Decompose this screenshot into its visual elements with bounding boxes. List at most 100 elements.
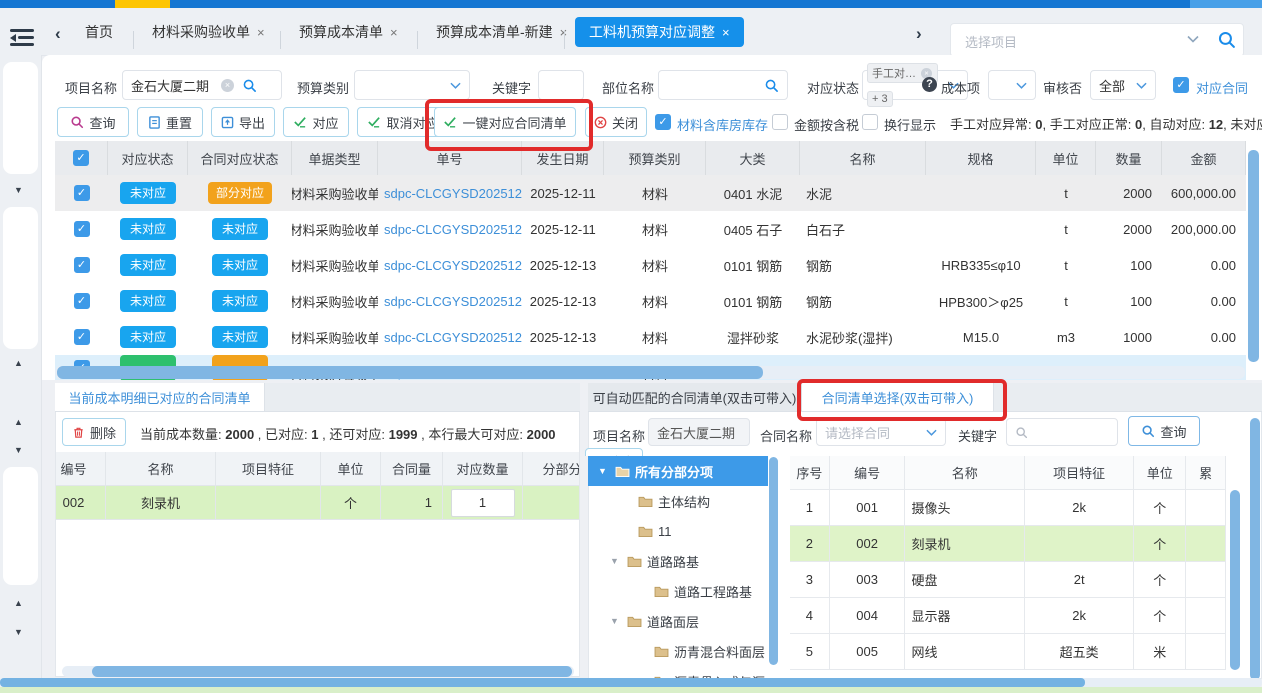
budget-type-select[interactable] <box>354 70 470 100</box>
audit-select[interactable]: 全部 <box>1090 70 1156 100</box>
match-qty-input[interactable]: 1 <box>451 489 515 517</box>
doc-no-link[interactable]: sdpc-CLCGYSD2025121300( <box>378 319 522 355</box>
caret-down-icon[interactable]: ▼ <box>610 556 622 566</box>
row-checkbox[interactable]: ✓ <box>74 293 90 309</box>
collapse-up-icon[interactable]: ▲ <box>14 598 23 608</box>
contract-item-row[interactable]: 4 004 显示器 2k 个 <box>790 598 1226 634</box>
match-status-more-tag[interactable]: + 3 <box>867 91 893 107</box>
tab-budget-list[interactable]: 预算成本清单× <box>299 17 398 47</box>
collapse-up-icon[interactable]: ▲ <box>14 358 23 368</box>
table-row[interactable]: ✓ 未对应 未对应 材料采购验收单 sdpc-CLCGYSD2025121300… <box>55 319 1246 356</box>
collapse-up-icon[interactable]: ▲ <box>14 417 23 427</box>
keyword-input[interactable] <box>538 70 584 100</box>
query-button[interactable]: 查询 <box>57 107 129 137</box>
collapse-down-icon[interactable]: ▼ <box>14 627 23 637</box>
contract-select[interactable]: 请选择合同 <box>816 418 946 446</box>
clear-icon[interactable]: × <box>221 79 234 92</box>
reset-button[interactable]: 重置 <box>137 107 203 137</box>
bottom-left-hscrollbar-thumb[interactable] <box>92 666 572 677</box>
wrap-display-checkbox[interactable] <box>862 114 878 130</box>
matched-row[interactable]: 002 刻录机 个 1 1 <box>56 486 579 520</box>
amount-with-tax-checkbox[interactable] <box>772 114 788 130</box>
table-row[interactable]: ✓ 未对应 未对应 材料采购验收单 sdpc-CLCGYSD2025121300… <box>55 247 1246 284</box>
collapse-down-icon[interactable]: ▼ <box>14 445 23 455</box>
tree-item-11[interactable]: 11 <box>588 516 768 546</box>
location-search-icon[interactable] <box>764 78 779 93</box>
one-click-match-button[interactable]: 一键对应合同清单 <box>434 107 576 137</box>
collapse-down-icon[interactable]: ▼ <box>14 185 23 195</box>
doc-no-link[interactable]: sdpc-CLCGYSD2025121200( <box>378 211 522 247</box>
tab-home[interactable]: 首页 <box>85 17 113 47</box>
tree-item-asphalt-mixture-surface[interactable]: 沥青混合料面层 <box>588 636 768 666</box>
contract-status-badge: 部分对应 <box>208 182 272 204</box>
contract-item-row[interactable]: 3 003 硬盘 2t 个 <box>790 562 1226 598</box>
main-table-hscrollbar-thumb[interactable] <box>57 366 763 379</box>
doc-no-link[interactable]: sdpc-CLCGYSD2025121200( <box>378 175 522 211</box>
row-checkbox[interactable]: ✓ <box>74 257 90 273</box>
table-row[interactable]: ✓ 未对应 未对应 材料采购验收单 sdpc-CLCGYSD2025121300… <box>55 283 1246 320</box>
project-search-icon[interactable] <box>242 78 257 93</box>
match-button[interactable]: 对应 <box>283 107 349 137</box>
chevron-down-icon[interactable] <box>1187 35 1199 43</box>
tree-item-road-subgrade[interactable]: ▼ 道路路基 <box>588 546 768 576</box>
contract-item-row-selected[interactable]: 2 002 刻录机 个 <box>790 526 1226 562</box>
page-hscrollbar-thumb[interactable] <box>0 678 1085 687</box>
tree-item-road-engineering-subgrade[interactable]: 道路工程路基 <box>588 576 768 606</box>
project-select-placeholder: 选择项目 <box>965 32 1017 51</box>
row-checkbox[interactable]: ✓ <box>74 329 90 345</box>
tab-close-icon[interactable]: × <box>390 25 398 40</box>
contract-item-row[interactable]: 1 001 摄像头 2k 个 <box>790 490 1226 526</box>
table-row[interactable]: ✓ 未对应 部分对应 材料采购验收单 sdpc-CLCGYSD202512120… <box>55 175 1246 212</box>
doc-no-link[interactable]: sdpc-CLCGYSD2025121300( <box>378 247 522 283</box>
contract-item-row[interactable]: 5 005 网线 超五类 米 <box>790 634 1226 670</box>
col-header: 编号 <box>56 452 106 486</box>
export-button[interactable]: 导出 <box>211 107 275 137</box>
caret-down-icon[interactable]: ▼ <box>598 466 610 476</box>
bottom-left-hscrollbar-track[interactable] <box>62 666 574 677</box>
match-contract-checkbox[interactable]: ✓ <box>1173 77 1189 93</box>
tab-auto-matchable-contract-list[interactable]: 可自动匹配的合同清单(双击可带入) <box>588 383 802 411</box>
material-stock-checkbox[interactable]: ✓ <box>655 114 671 130</box>
confirm-button[interactable]: 确定 <box>585 448 643 456</box>
project-search-icon[interactable] <box>1217 30 1236 54</box>
tree-item-asphalt-penetration[interactable]: 沥青贯入式与沥 <box>588 666 768 678</box>
main-table-vscrollbar-thumb[interactable] <box>1248 150 1259 362</box>
tab-budget-match-adjust-active[interactable]: 工料机预算对应调整× <box>575 17 744 47</box>
row-checkbox[interactable]: ✓ <box>74 221 90 237</box>
page-vscrollbar-thumb[interactable] <box>1250 418 1260 680</box>
tab-close-icon[interactable]: × <box>257 25 265 40</box>
tree-item-main-structure[interactable]: 主体结构 <box>588 486 768 516</box>
col-header: 单位 <box>321 452 381 486</box>
amount-cell: 200,000.00 <box>1162 211 1246 247</box>
query-button[interactable]: 查询 <box>1128 416 1200 446</box>
location-name-input[interactable] <box>658 70 788 100</box>
tab-budget-list-new[interactable]: 预算成本清单-新建× <box>436 17 567 47</box>
doc-no-link[interactable]: sdpc-CLCGYSD2025121300( <box>378 283 522 319</box>
caret-down-icon[interactable]: ▼ <box>610 616 622 626</box>
tab-contract-list-select[interactable]: 合同清单选择(双击可带入) <box>802 383 994 411</box>
date-cell: 2025-12-11 <box>522 211 604 247</box>
menu-collapse-icon[interactable] <box>10 29 34 47</box>
tree-item-all-sections[interactable]: ▼ 所有分部分项 <box>588 456 768 486</box>
contract-table-vscrollbar-thumb[interactable] <box>1230 490 1240 670</box>
select-all-checkbox[interactable]: ✓ <box>73 150 89 166</box>
table-row[interactable]: ✓ 未对应 未对应 材料采购验收单 sdpc-CLCGYSD2025121200… <box>55 211 1246 248</box>
row-checkbox[interactable]: ✓ <box>74 185 90 201</box>
main-table-hscrollbar-track[interactable] <box>55 366 1245 379</box>
project-name-label: 项目名称 <box>593 426 645 445</box>
close-button[interactable]: 关闭 <box>585 107 647 137</box>
project-name-input[interactable]: 金石大厦二期 × <box>122 70 282 100</box>
help-icon[interactable]: ? <box>922 77 937 92</box>
delete-button[interactable]: 删除 <box>62 418 126 446</box>
tree-item-road-surface[interactable]: ▼ 道路面层 <box>588 606 768 636</box>
tab-close-icon[interactable]: × <box>722 25 730 40</box>
tab-current-matched-contract[interactable]: 当前成本明细已对应的合同清单 <box>55 383 265 411</box>
page-hscrollbar-track[interactable] <box>0 678 1262 687</box>
project-select[interactable]: 选择项目 <box>950 23 1244 57</box>
tab-material-receipt[interactable]: 材料采购验收单× <box>152 17 265 47</box>
cost-item-select[interactable] <box>988 70 1036 100</box>
keyword-input[interactable] <box>1006 418 1118 446</box>
tabs-scroll-right-icon[interactable]: › <box>916 25 922 42</box>
tabs-scroll-left-icon[interactable]: ‹ <box>55 25 61 42</box>
tree-vscrollbar-thumb[interactable] <box>769 457 778 665</box>
